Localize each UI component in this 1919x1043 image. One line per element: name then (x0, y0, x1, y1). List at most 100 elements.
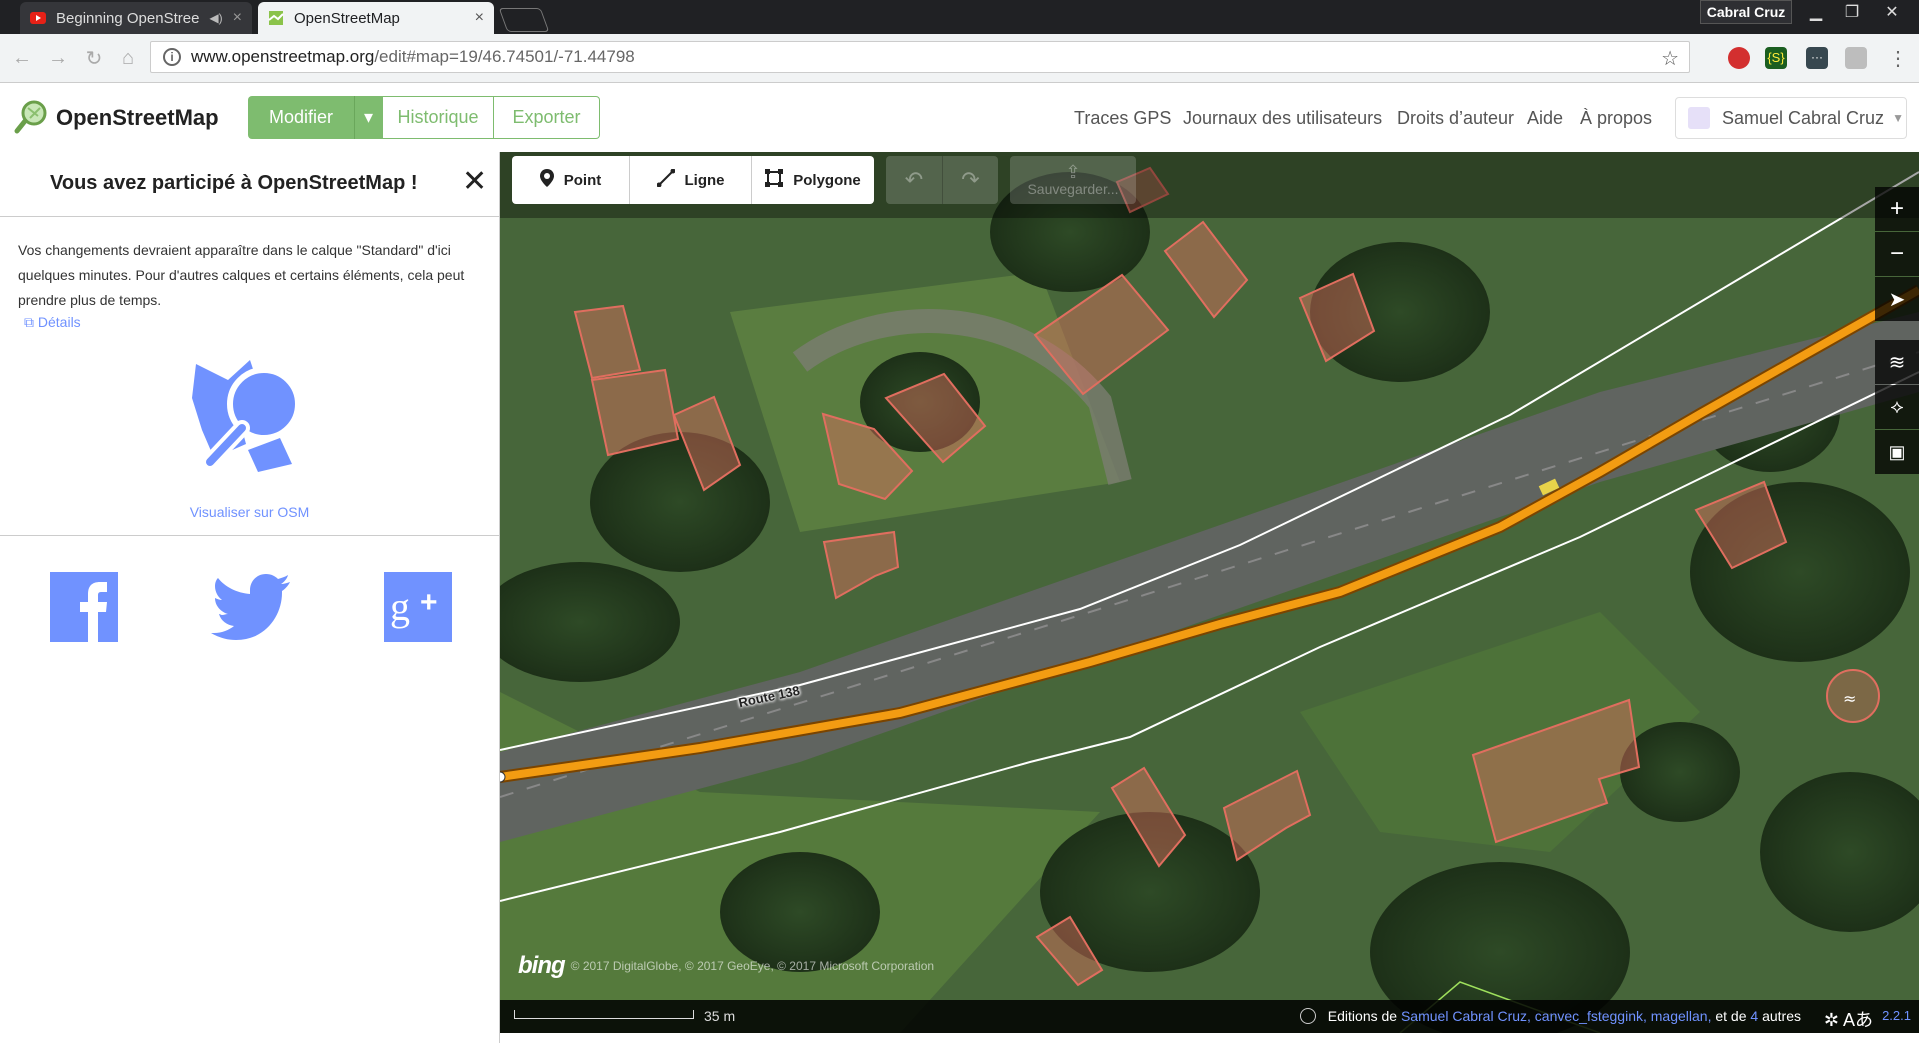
imagery-attribution: bing © 2017 DigitalGlobe, © 2017 GeoEye,… (518, 952, 934, 980)
new-tab-button[interactable] (498, 8, 550, 32)
history-icon (1299, 1008, 1316, 1024)
osm-logo-icon[interactable] (14, 99, 50, 135)
divider (0, 216, 499, 217)
twitter-icon[interactable] (210, 572, 292, 642)
export-button[interactable]: Exporter (494, 96, 600, 139)
map-pin-icon (539, 169, 554, 191)
issues-icon[interactable]: ▣ (1875, 430, 1919, 474)
nav-link-copyright[interactable]: Droits d’auteur (1397, 108, 1514, 129)
osm-header: OpenStreetMap Modifier ▾ Historique Expo… (0, 83, 1919, 153)
edits-prefix: Editions de (1327, 1008, 1398, 1024)
extension-gray-icon[interactable] (1845, 47, 1867, 69)
bug-icon[interactable]: ✲ (1824, 1010, 1839, 1030)
window-close-icon[interactable]: ✕ (1874, 0, 1910, 24)
edits-users-link[interactable]: Samuel Cabral Cruz, canvec_fsteggink, ma… (1401, 1008, 1712, 1024)
nav-link-user-diaries[interactable]: Journaux des utilisateurs (1183, 108, 1382, 129)
forward-icon[interactable]: → (44, 44, 72, 72)
edits-mid: et de (1715, 1008, 1747, 1024)
map-canvas[interactable]: ≈ Route 138 Point Ligne Polygone ↶ ↷ ⇪ S… (500, 152, 1919, 1033)
map-footer: 35 m Editions de Samuel Cabral Cruz, can… (500, 1000, 1919, 1033)
details-link-label: Détails (37, 314, 81, 330)
bookmark-star-icon[interactable]: ☆ (1661, 46, 1679, 71)
close-icon[interactable]: ✕ (462, 164, 487, 199)
extension-dots-icon[interactable]: ··· (1806, 47, 1828, 69)
details-link[interactable]: ⧉ Détails (24, 314, 81, 331)
nav-link-gps-traces[interactable]: Traces GPS (1074, 108, 1171, 129)
history-button[interactable]: Historique (382, 96, 494, 139)
save-button[interactable]: ⇪ Sauvegarder... (1010, 156, 1136, 204)
add-area-button[interactable]: Polygone (752, 156, 874, 204)
nav-link-help[interactable]: Aide (1527, 108, 1563, 129)
edit-dropdown-caret-icon[interactable]: ▾ (354, 96, 382, 139)
osm-map-icon (268, 11, 284, 25)
bing-logo: bing (518, 952, 566, 979)
sidebar-title: Vous avez participé à OpenStreetMap ! (50, 172, 418, 194)
svg-text:≈: ≈ (1843, 689, 1856, 708)
youtube-icon (30, 12, 46, 24)
user-name: Samuel Cabral Cruz (1722, 107, 1885, 128)
zoom-in-icon[interactable]: + (1875, 187, 1919, 231)
save-label: Sauvegarder... (1027, 181, 1119, 197)
facebook-icon[interactable] (50, 572, 118, 642)
redo-icon[interactable]: ↷ (942, 156, 998, 204)
browser-toolbar: ← → ↻ ⌂ i www.openstreetmap.org/edit#map… (0, 34, 1919, 83)
svg-text:g: g (390, 584, 410, 629)
speaker-icon[interactable]: ◀) (209, 11, 222, 25)
scale-bar (514, 1010, 694, 1019)
scale-label: 35 m (704, 1008, 736, 1024)
browser-tab-bar: Beginning OpenStree ◀) × OpenStreetMap ×… (0, 0, 1919, 34)
area-label: Polygone (793, 171, 861, 189)
address-bar[interactable]: i www.openstreetmap.org/edit#map=19/46.7… (150, 41, 1690, 73)
edits-attribution: Editions de Samuel Cabral Cruz, canvec_f… (1299, 1008, 1801, 1024)
satellite-imagery: ≈ (500, 152, 1919, 1033)
reload-icon[interactable]: ↻ (80, 44, 108, 72)
line-icon (656, 168, 675, 191)
divider (0, 535, 499, 536)
layers-icon[interactable]: ≋ (1875, 340, 1919, 384)
zoom-out-icon[interactable]: − (1875, 232, 1919, 276)
minimize-icon[interactable]: ▁ (1798, 0, 1834, 24)
edits-count-link[interactable]: 4 (1750, 1008, 1758, 1024)
polygon-icon (765, 169, 784, 191)
osm-search-logo-icon (192, 360, 301, 472)
add-line-button[interactable]: Ligne (630, 156, 752, 204)
nav-link-about[interactable]: À propos (1580, 108, 1652, 129)
upload-icon: ⇪ (1065, 162, 1081, 182)
extension-red-icon[interactable] (1728, 47, 1750, 69)
version-link[interactable]: 2.2.1 (1882, 1008, 1911, 1023)
view-on-osm-link[interactable]: Visualiser sur OSM (0, 504, 499, 520)
success-sidebar: Vous avez participé à OpenStreetMap ! ✕ … (0, 152, 500, 1043)
browser-profile-chip[interactable]: Cabral Cruz (1700, 0, 1792, 24)
user-menu[interactable]: Samuel Cabral Cruz ▼ (1675, 97, 1907, 139)
footer-icons: ✲ Aあ (1824, 1006, 1873, 1032)
edits-suffix: autres (1762, 1008, 1801, 1024)
line-label: Ligne (684, 171, 725, 189)
external-link-icon: ⧉ (24, 314, 38, 330)
url-path: /edit#map=19/46.74501/-71.44798 (374, 47, 635, 66)
back-icon[interactable]: ← (8, 44, 36, 72)
home-icon[interactable]: ⌂ (114, 44, 142, 72)
tab-close-icon[interactable]: × (475, 9, 484, 27)
tab-title: Beginning OpenStree (56, 9, 200, 27)
edit-button[interactable]: Modifier (248, 96, 354, 139)
svg-text:+: + (420, 586, 438, 619)
geolocate-icon[interactable]: ➤ (1875, 277, 1919, 321)
attribution-text: © 2017 DigitalGlobe, © 2017 GeoEye, © 20… (570, 959, 935, 973)
add-point-button[interactable]: Point (512, 156, 630, 204)
tab-close-icon[interactable]: × (233, 9, 242, 27)
translate-icon[interactable]: Aあ (1843, 1010, 1873, 1030)
restore-icon[interactable]: ❐ (1834, 0, 1870, 24)
browser-menu-icon[interactable]: ⋮ (1884, 44, 1912, 72)
site-title[interactable]: OpenStreetMap (56, 105, 219, 131)
chevron-down-icon: ▼ (1892, 111, 1904, 125)
google-plus-icon[interactable]: g + (384, 572, 452, 642)
map-data-icon[interactable]: ⟡ (1875, 385, 1919, 429)
browser-tab-osm[interactable]: OpenStreetMap × (258, 2, 494, 34)
user-avatar-icon (1688, 107, 1710, 129)
undo-icon[interactable]: ↶ (886, 156, 942, 204)
extension-json-icon[interactable]: {S} (1765, 47, 1787, 69)
browser-tab-youtube[interactable]: Beginning OpenStree ◀) × (20, 2, 252, 34)
site-info-icon[interactable]: i (163, 48, 181, 66)
point-label: Point (563, 171, 602, 189)
url-host: www.openstreetmap.org (191, 47, 375, 66)
